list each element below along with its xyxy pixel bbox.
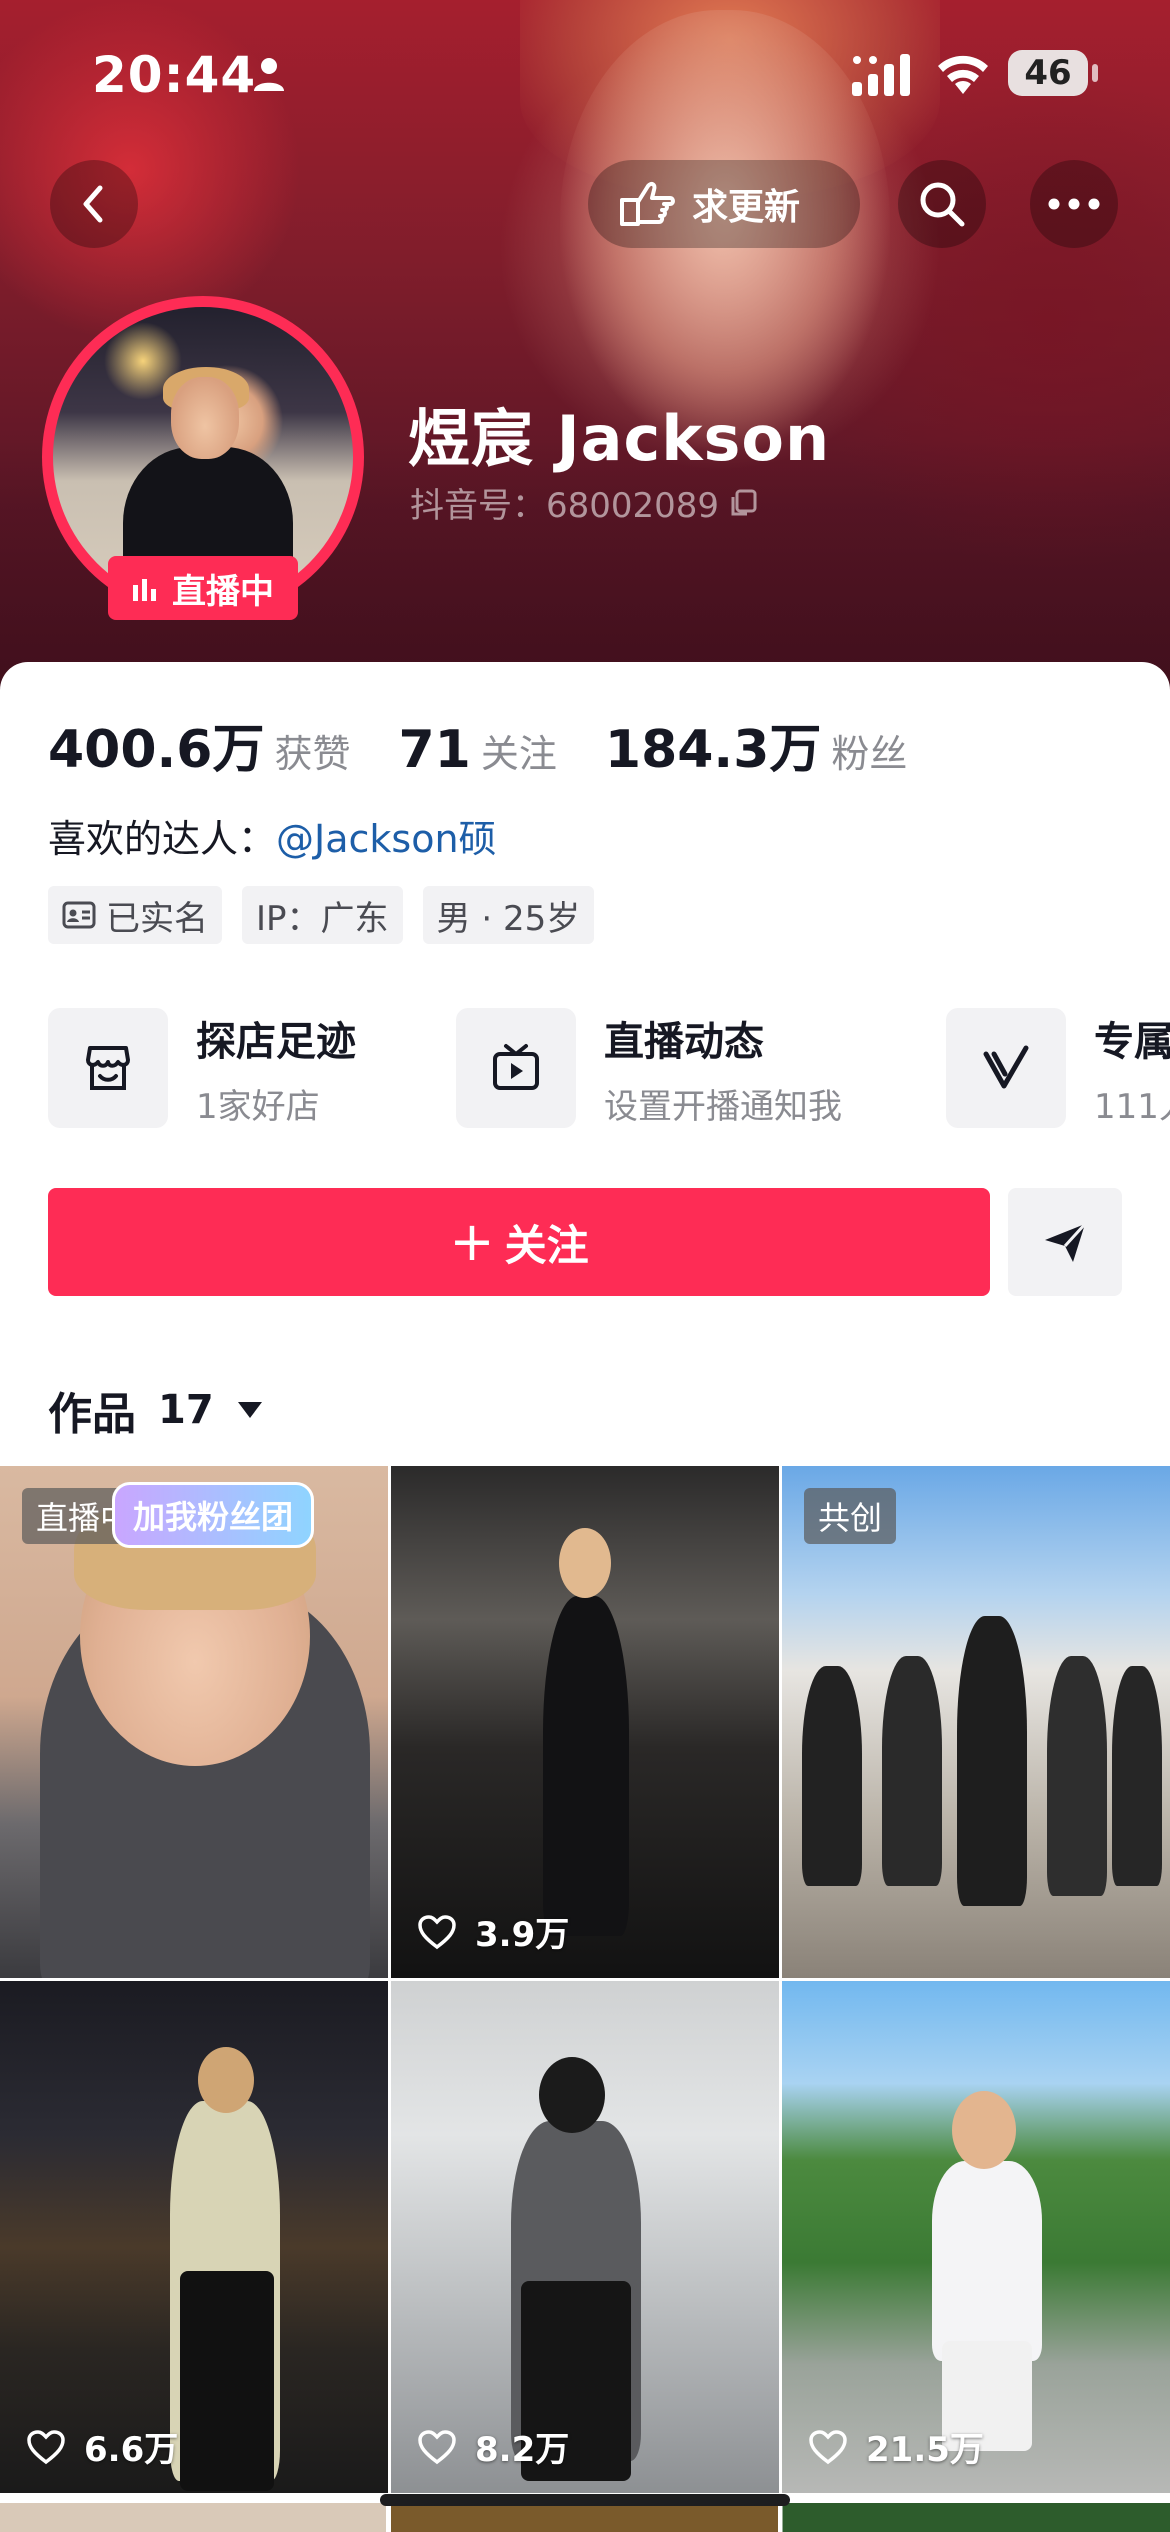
- heart-icon: [418, 2429, 456, 2464]
- request-update-label: 求更新: [692, 187, 801, 228]
- followers-count[interactable]: 184.3万: [605, 707, 821, 782]
- feature-exclusive[interactable]: 专属 111人: [946, 1006, 1170, 1130]
- video-pants: [180, 2271, 274, 2491]
- feature-live-updates[interactable]: 直播动态 设置开播通知我: [456, 1006, 842, 1130]
- copy-icon: [731, 489, 757, 515]
- video-tile[interactable]: 8.2万: [391, 1981, 779, 2493]
- tv-icon: [493, 1044, 539, 1090]
- feature-title: 探店足迹: [196, 1018, 356, 1065]
- followers-label[interactable]: 粉丝: [831, 723, 907, 778]
- battery-indicator: 46: [1008, 50, 1088, 96]
- video-head: [539, 2057, 605, 2133]
- more-button[interactable]: [1030, 160, 1118, 248]
- video-likes: 8.2万: [417, 2422, 569, 2471]
- feature-icon-box: [456, 1008, 576, 1128]
- follow-button[interactable]: + 关注: [48, 1188, 990, 1296]
- person-icon: [254, 58, 284, 91]
- douyin-id-text: 抖音号：68002089: [410, 486, 720, 526]
- video-figure: [1112, 1666, 1162, 1886]
- liked-creator-prefix: 喜欢的达人：: [48, 817, 277, 861]
- following-count[interactable]: 71: [399, 720, 471, 780]
- video-tile[interactable]: 21.5万: [782, 1981, 1170, 2493]
- v-icon: [983, 1045, 1029, 1089]
- video-tile[interactable]: 6.6万: [0, 1981, 388, 2493]
- douyin-id[interactable]: 抖音号：68002089: [410, 478, 759, 527]
- feature-subtitle: 1家好店: [196, 1086, 320, 1127]
- heart-icon: [809, 2429, 847, 2464]
- send-message-button[interactable]: [1008, 1188, 1122, 1296]
- video-likes: 21.5万: [808, 2422, 984, 2471]
- cellular-signal-icon: [852, 54, 910, 96]
- video-figure: [932, 2161, 1042, 2361]
- back-button[interactable]: [50, 160, 138, 248]
- wifi-icon: [938, 55, 988, 94]
- search-icon: [920, 182, 965, 227]
- liked-creator-link[interactable]: @Jackson硕: [276, 817, 497, 861]
- stats-row: 400.6万 获赞 71 关注 184.3万 粉丝: [48, 707, 955, 782]
- pointing-hand-icon: [620, 181, 675, 226]
- live-bars-icon: [133, 579, 156, 601]
- tag-verified-label: 已实名: [106, 898, 208, 939]
- video-figure: [543, 1596, 629, 1936]
- status-bar: 20:44 46: [0, 36, 1170, 116]
- video-head: [952, 2091, 1016, 2169]
- feature-icon-box: [946, 1008, 1066, 1128]
- works-count: 17: [158, 1387, 214, 1433]
- feature-icon-box: [48, 1008, 168, 1128]
- feature-shop-visits[interactable]: 探店足迹 1家好店: [48, 1006, 356, 1130]
- avatar-face: [171, 377, 239, 459]
- request-update-button[interactable]: 求更新: [588, 160, 860, 248]
- tag-verified: 已实名: [48, 886, 222, 944]
- feature-row: 探店足迹 1家好店 直播动态 设置开播通知我 专属 111: [48, 1006, 1170, 1130]
- video-likes-count: 6.6万: [84, 2430, 179, 2470]
- feature-title: 直播动态: [604, 1018, 764, 1065]
- plus-icon: +: [449, 1210, 495, 1273]
- video-tile[interactable]: 直播中 加我粉丝团: [0, 1466, 388, 1978]
- video-head: [198, 2047, 254, 2113]
- feature-subtitle: 设置开播通知我: [604, 1086, 842, 1127]
- chevron-left-icon: [83, 185, 103, 223]
- video-tile[interactable]: 3.9万: [391, 1466, 779, 1978]
- video-likes-count: 3.9万: [475, 1915, 570, 1955]
- video-head: [559, 1528, 611, 1598]
- next-row-preview: [0, 2503, 1170, 2532]
- feature-title: 专属: [1094, 1018, 1170, 1065]
- video-figure: [802, 1666, 862, 1886]
- video-likes-count: 8.2万: [475, 2430, 570, 2470]
- video-likes: 3.9万: [417, 1907, 569, 1956]
- video-likes: 6.6万: [26, 2422, 178, 2471]
- tag-gender-age: 男 · 25岁: [422, 886, 595, 944]
- more-dots-icon: [1048, 198, 1100, 210]
- tag-ip: IP：广东: [242, 886, 403, 944]
- live-badge-label: 直播中: [172, 571, 274, 612]
- video-tile[interactable]: 共创: [782, 1466, 1170, 1978]
- heart-icon: [418, 1914, 456, 1949]
- heart-icon: [27, 2429, 65, 2464]
- send-icon: [1045, 1222, 1087, 1262]
- fan-club-sticker: 加我粉丝团: [112, 1482, 315, 1548]
- feature-subtitle: 111人: [1094, 1086, 1170, 1127]
- caret-down-icon: [237, 1402, 262, 1418]
- id-card-icon: [62, 901, 96, 929]
- liked-creator-row: 喜欢的达人：@Jackson硕: [48, 808, 497, 863]
- search-button[interactable]: [898, 160, 986, 248]
- likes-label: 获赞: [274, 732, 351, 776]
- follow-label: 关注: [504, 1220, 589, 1270]
- works-label: 作品: [48, 1389, 136, 1440]
- works-tab[interactable]: 作品 17: [48, 1378, 264, 1442]
- profile-nickname: 煜宸 Jackson: [408, 402, 831, 475]
- likes-count: 400.6万: [48, 720, 265, 780]
- status-time: 20:44: [92, 46, 257, 104]
- battery-cap: [1092, 64, 1098, 82]
- following-label[interactable]: 关注: [481, 723, 557, 778]
- shop-icon: [86, 1046, 130, 1090]
- live-status-badge[interactable]: 直播中: [108, 556, 298, 620]
- video-figure: [882, 1656, 942, 1886]
- video-figure: [957, 1616, 1027, 1906]
- video-figure: [1047, 1656, 1107, 1896]
- profile-tags: 已实名 IP：广东 男 · 25岁: [48, 886, 614, 944]
- video-likes-count: 21.5万: [866, 2430, 984, 2470]
- home-indicator: [380, 2494, 790, 2506]
- co-creation-badge: 共创: [804, 1488, 897, 1544]
